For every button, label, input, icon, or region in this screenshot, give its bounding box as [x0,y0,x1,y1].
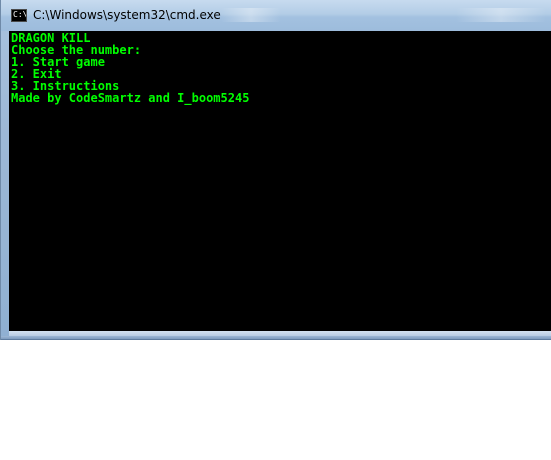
window-title: C:\Windows\system32\cmd.exe [33,8,221,22]
title-bar[interactable]: C:\ C:\Windows\system32\cmd.exe [1,0,551,31]
window-bottom-border [1,336,551,340]
cmd-icon[interactable]: C:\ [11,9,27,22]
cmd-icon-label: C:\ [13,10,27,19]
console-lines: DRAGON KILL Choose the number: 1. Start … [11,32,249,104]
title-bar-reflection [221,8,281,22]
console-output[interactable]: DRAGON KILL Choose the number: 1. Start … [9,31,551,331]
title-bar-reflection [456,8,546,22]
console-line-credits: Made by CodeSmartz and I_boom5245 [11,91,250,105]
cmd-window: C:\ C:\Windows\system32\cmd.exe DRAGON K… [0,0,551,340]
